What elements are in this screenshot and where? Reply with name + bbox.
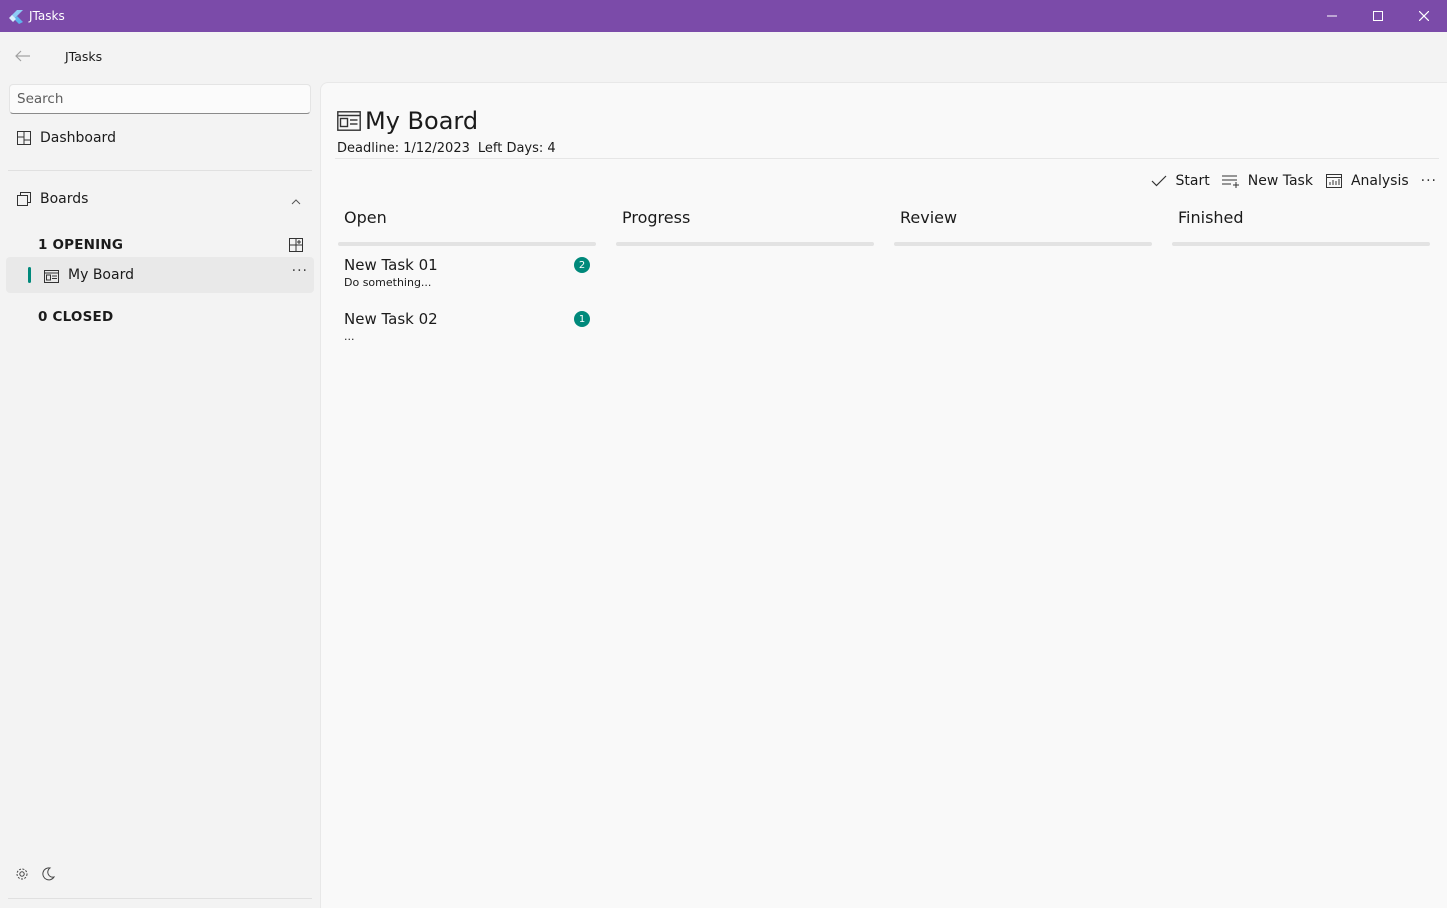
board-label: My Board	[68, 267, 134, 283]
sidebar: Dashboard Boards 1 OPENING My Board ··· …	[0, 82, 320, 908]
board-toolbar: Start New Task Analysis ···	[1138, 173, 1437, 189]
close-icon	[1419, 11, 1429, 21]
task-name: New Task 01	[344, 256, 438, 274]
task-count-badge: 1	[574, 311, 590, 327]
chevron-up-icon[interactable]	[290, 193, 302, 205]
board-meta: Deadline: 1/12/2023 Left Days: 4	[337, 141, 556, 156]
window-title: JTasks	[29, 9, 65, 23]
sidebar-item-label: Dashboard	[40, 130, 116, 146]
more-options-button[interactable]: ···	[1421, 173, 1437, 189]
bottom-tools	[14, 866, 56, 882]
back-button[interactable]	[12, 47, 34, 65]
settings-gear-icon[interactable]	[14, 866, 30, 882]
column-progress: Progress	[616, 208, 874, 246]
new-task-label: New Task	[1247, 173, 1313, 189]
add-list-icon	[1221, 173, 1240, 189]
column-title: Progress	[622, 208, 691, 227]
column-title: Open	[344, 208, 387, 227]
board-content: My Board Deadline: 1/12/2023 Left Days: …	[320, 82, 1447, 908]
column-open: Open New Task 01 Do something... 2 New T…	[338, 208, 596, 354]
column-divider	[894, 242, 1152, 246]
column-title: Finished	[1178, 208, 1244, 227]
board-icon	[44, 268, 59, 283]
boards-icon	[16, 191, 32, 207]
board-more-button[interactable]: ···	[292, 263, 308, 279]
task-name: New Task 02	[344, 310, 438, 328]
search-input[interactable]	[10, 91, 310, 107]
task-description: Do something...	[344, 276, 432, 289]
divider	[335, 158, 1439, 159]
task-card[interactable]: New Task 02 ... 1	[338, 300, 596, 354]
column-title: Review	[900, 208, 958, 227]
column-review: Review	[894, 208, 1152, 246]
maximize-button[interactable]	[1355, 0, 1401, 32]
column-finished: Finished	[1172, 208, 1430, 246]
theme-moon-icon[interactable]	[40, 866, 56, 882]
search-box[interactable]	[9, 84, 311, 114]
page-title: My Board	[365, 107, 479, 135]
board-header: My Board	[337, 107, 478, 135]
nav-header: JTasks	[0, 32, 1447, 82]
minimize-button[interactable]	[1309, 0, 1355, 32]
title-bar: JTasks	[0, 0, 1447, 32]
deadline-text: Deadline: 1/12/2023	[337, 141, 470, 156]
add-board-icon[interactable]	[289, 237, 305, 253]
sidebar-item-boards[interactable]: Boards	[6, 181, 314, 217]
task-description: ...	[344, 330, 355, 343]
task-card[interactable]: New Task 01 Do something... 2	[338, 246, 596, 300]
start-label: Start	[1175, 173, 1210, 189]
analysis-label: Analysis	[1350, 173, 1409, 189]
window-controls	[1309, 0, 1447, 32]
app-title: JTasks	[65, 49, 103, 64]
column-divider	[1172, 242, 1430, 246]
opening-group-header: 1 OPENING	[38, 237, 124, 253]
checkmark-icon	[1150, 173, 1168, 189]
sidebar-item-my-board[interactable]: My Board ···	[6, 257, 314, 293]
sidebar-item-label: Boards	[40, 191, 89, 207]
analysis-button[interactable]: Analysis	[1325, 173, 1409, 189]
back-arrow-icon	[15, 50, 30, 62]
maximize-icon	[1373, 11, 1383, 21]
app-logo-icon	[9, 9, 23, 24]
task-count-badge: 2	[574, 257, 590, 273]
selection-indicator	[28, 267, 31, 283]
board-icon	[337, 111, 361, 131]
divider	[8, 898, 312, 899]
close-button[interactable]	[1401, 0, 1447, 32]
left-days-text: Left Days: 4	[477, 141, 556, 156]
sidebar-item-dashboard[interactable]: Dashboard	[6, 120, 314, 156]
column-divider	[616, 242, 874, 246]
start-button[interactable]: Start	[1150, 173, 1210, 189]
minimize-icon	[1327, 15, 1337, 17]
new-task-button[interactable]: New Task	[1221, 173, 1313, 189]
divider	[8, 170, 312, 171]
closed-group-header: 0 CLOSED	[38, 309, 114, 325]
dashboard-icon	[16, 130, 32, 146]
chart-icon	[1325, 173, 1343, 189]
